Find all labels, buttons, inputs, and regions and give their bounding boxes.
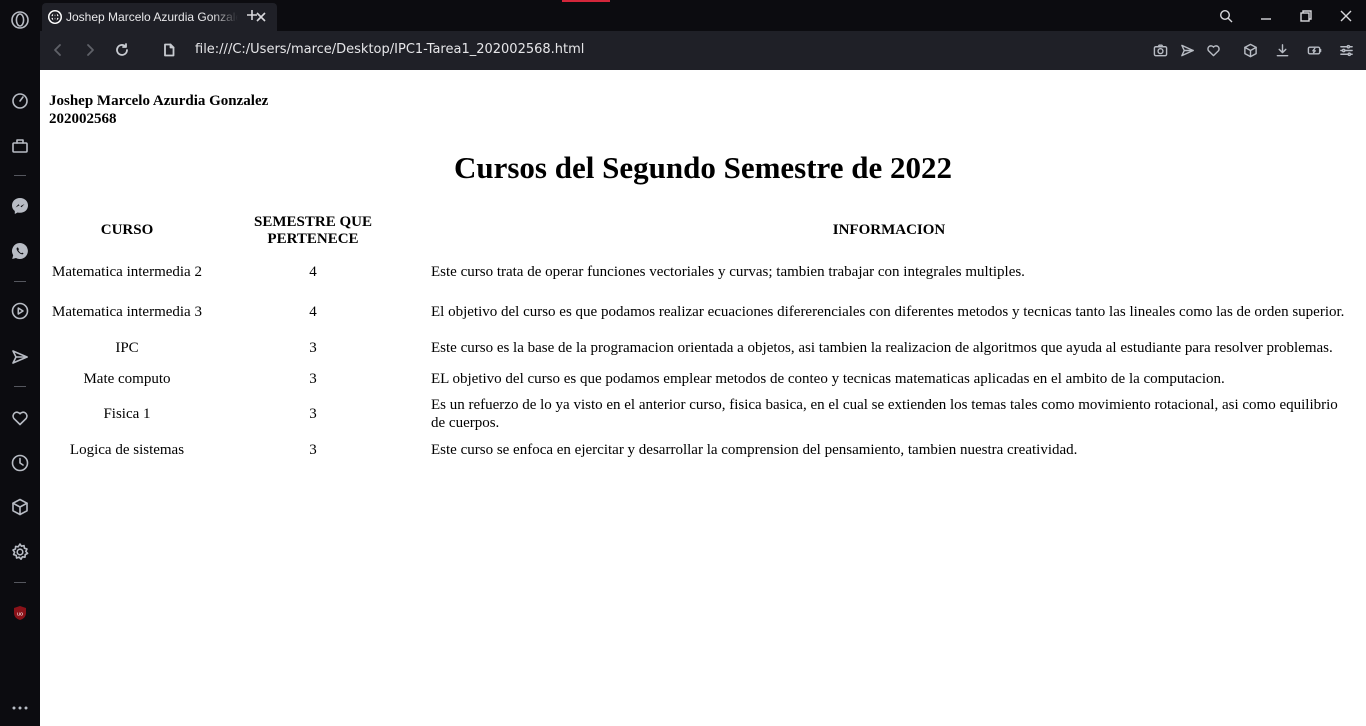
forward-icon[interactable] — [81, 41, 99, 59]
flow-icon[interactable] — [8, 345, 32, 369]
sidebar-separator — [14, 175, 26, 176]
player-icon[interactable] — [8, 299, 32, 323]
speed-dial-icon[interactable] — [8, 88, 32, 112]
table-row: Fisica 1 3 Es un refuerzo de lo ya visto e… — [50, 395, 1356, 433]
courses-table: CURSO SEMESTRE QUE PERTENECE INFORMACION… — [48, 208, 1358, 466]
info-cell: Es un refuerzo de lo ya visto en el ante… — [431, 397, 1338, 431]
svg-text:uo: uo — [17, 611, 23, 617]
course-cell: Fisica 1 — [103, 406, 151, 422]
semester-cell: 3 — [309, 406, 317, 422]
extensions-icon[interactable] — [8, 495, 32, 519]
extension-cube-icon[interactable] — [1242, 42, 1258, 58]
semester-cell: 3 — [309, 370, 317, 387]
header-semester: SEMESTRE QUE PERTENECE — [254, 213, 372, 247]
semester-cell: 4 — [309, 304, 317, 320]
search-tabs-icon[interactable] — [1216, 6, 1236, 26]
reload-icon[interactable] — [113, 41, 131, 59]
minimize-icon[interactable] — [1256, 6, 1276, 26]
header-info: INFORMACION — [832, 222, 946, 238]
browser-tab[interactable]: Joshep Marcelo Azurdia Gonzalez — [42, 3, 277, 31]
workspaces-icon[interactable] — [8, 133, 32, 157]
history-icon[interactable] — [8, 451, 32, 475]
info-cell: Este curso se enfoca en ejercitar y desa… — [431, 441, 1078, 458]
opera-logo-icon[interactable] — [8, 8, 32, 32]
info-cell: EL objetivo del curso es que podamos emp… — [431, 370, 1225, 387]
whatsapp-icon[interactable] — [8, 239, 32, 263]
table-row: Logica de sistemas 3 Este curso se enfoca … — [50, 435, 1356, 464]
table-header-row: CURSO SEMESTRE QUE PERTENECE INFORMACION — [50, 210, 1356, 251]
course-cell: Logica de sistemas — [69, 441, 185, 458]
back-icon[interactable] — [49, 41, 67, 59]
bookmarks-icon[interactable] — [8, 406, 32, 430]
info-cell: El objetivo del curso es que podamos rea… — [431, 304, 1345, 320]
browser-sidebar: uo — [0, 0, 40, 726]
sidebar-separator — [14, 386, 26, 387]
snapshot-icon[interactable] — [1152, 42, 1168, 58]
sidebar-separator — [14, 582, 26, 583]
semester-cell: 3 — [309, 339, 317, 356]
url-field[interactable]: file:///C:/Users/marce/Desktop/IPC1-Tare… — [195, 42, 584, 57]
bookmark-heart-icon[interactable] — [1205, 42, 1221, 58]
semester-cell: 4 — [309, 264, 317, 280]
tab-strip: Joshep Marcelo Azurdia Gonzalez — [40, 0, 1366, 31]
battery-saver-icon[interactable] — [1306, 42, 1322, 58]
course-cell: IPC — [115, 339, 139, 356]
author-name: Joshep Marcelo Azurdia Gonzalez — [49, 93, 269, 109]
header-course: CURSO — [100, 222, 154, 238]
settings-icon[interactable] — [8, 540, 32, 564]
ublock-icon[interactable]: uo — [8, 601, 32, 625]
easy-setup-icon[interactable] — [1338, 42, 1354, 58]
table-body: Matematica intermedia 2 4 Este curso trata… — [50, 253, 1356, 464]
page-content: Joshep Marcelo Azurdia Gonzalez 20200256… — [40, 70, 1366, 726]
table-row: IPC 3 Este curso es la base de la programa… — [50, 333, 1356, 362]
info-cell: Este curso trata de operar funciones vec… — [431, 264, 1025, 280]
close-window-icon[interactable] — [1336, 6, 1356, 26]
address-toolbar: file:///C:/Users/marce/Desktop/IPC1-Tare… — [40, 31, 1366, 70]
table-row: Matematica intermedia 2 4 Este curso trata… — [50, 253, 1356, 291]
table-row: Mate computo 3 EL objetivo del curso es qu… — [50, 364, 1356, 393]
author-id: 202002568 — [49, 111, 117, 127]
course-cell: Mate computo — [83, 370, 171, 387]
page-title: Cursos del Segundo Semestre de 2022 — [453, 150, 953, 185]
table-row: Matematica intermedia 3 4 El objetivo del … — [50, 293, 1356, 331]
course-cell: Matematica intermedia 3 — [52, 304, 202, 320]
messenger-icon[interactable] — [8, 194, 32, 218]
semester-cell: 3 — [309, 441, 317, 458]
more-icon[interactable] — [8, 696, 32, 720]
restore-icon[interactable] — [1296, 6, 1316, 26]
accent-indicator — [562, 0, 610, 2]
file-icon — [160, 41, 178, 59]
globe-icon — [48, 10, 62, 24]
info-cell: Este curso es la base de la programacion… — [431, 339, 1333, 356]
send-to-flow-icon[interactable] — [1179, 42, 1195, 58]
new-tab-icon[interactable] — [244, 7, 260, 23]
author-block: Joshep Marcelo Azurdia Gonzalez 20200256… — [49, 92, 268, 128]
tab-title: Joshep Marcelo Azurdia Gonzalez — [66, 10, 238, 24]
sidebar-separator — [14, 281, 26, 282]
course-cell: Matematica intermedia 2 — [52, 264, 202, 280]
download-icon[interactable] — [1274, 42, 1290, 58]
